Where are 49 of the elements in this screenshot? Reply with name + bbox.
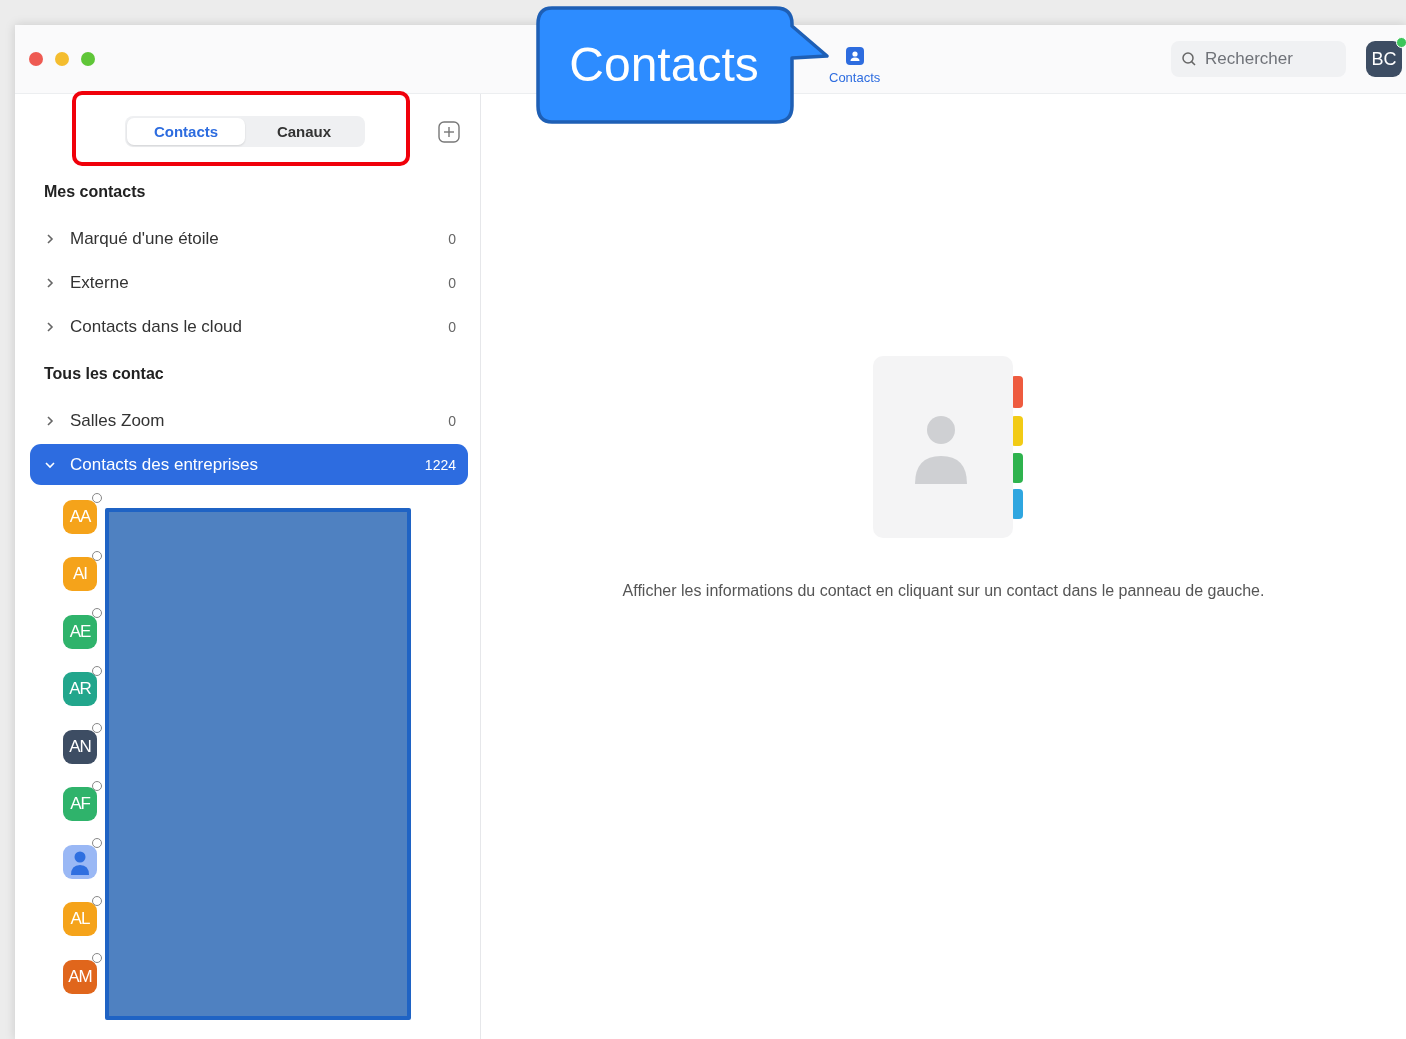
chevron-right-icon [44,232,56,245]
presence-ring-icon [92,780,102,791]
add-icon[interactable] [438,120,460,143]
contact-avatar[interactable]: AE [63,614,97,649]
chevron-right-icon [44,320,56,333]
group-label: Externe [70,272,130,293]
minimize-window-button[interactable] [55,52,69,66]
chevron-right-icon [44,276,56,289]
count-label: 0 [448,412,456,429]
chevron-right-icon [44,414,56,427]
presence-ring-icon [92,665,102,676]
close-window-button[interactable] [29,52,43,66]
group-row[interactable]: Marqué d'une étoile 0 [30,218,468,259]
count-label: 0 [448,318,456,335]
section-header: Mes contacts [43,182,147,202]
presence-ring-icon [92,953,102,963]
contact-avatar[interactable]: AN [63,729,97,764]
search-field[interactable]: Rechercher [1171,41,1346,77]
group-row[interactable]: Contacts des entreprises 1224 [30,444,468,485]
presence-ring-icon [92,550,102,561]
count-label: 0 [448,274,456,291]
contact-avatar[interactable]: AR [63,672,97,707]
presence-ring-icon [92,493,102,503]
group-label: Marqué d'une étoile [70,228,220,249]
group-row[interactable]: Externe 0 [30,262,468,303]
count-label: 0 [448,230,456,247]
group-label: Contacts dans le cloud [70,316,243,337]
callout-text: Contacts [569,38,759,92]
group-row[interactable]: Salles Zoom 0 [30,400,468,441]
zoom-window-button[interactable] [81,52,95,66]
nav-tab[interactable]: Contacts [829,33,881,85]
tab[interactable]: Canaux [245,118,363,145]
empty-state-message: Afficher les informations du contact en cliquant sur un contact dans le panneau de gauche. [622,582,1265,600]
contact-card-icon [845,47,864,65]
presence-ring-icon [92,723,102,733]
search-icon [1181,51,1197,67]
presence-ring-icon [92,895,102,906]
group-row[interactable]: Contacts dans le cloud 0 [30,306,468,347]
tab[interactable]: Contacts [127,118,245,145]
group-label: Contacts des entreprises [70,454,260,475]
section-header: Tous les contac [43,364,165,384]
presence-ring-icon [92,608,102,618]
contact-avatar[interactable]: AM [63,959,97,994]
profile-avatar[interactable]: BC [1366,41,1402,77]
contact-avatar[interactable] [63,844,97,879]
count-label: 1224 [424,456,456,473]
group-label: Salles Zoom [70,410,166,431]
presence-ring-icon [92,838,102,848]
contact-avatar[interactable]: AF [63,787,97,822]
